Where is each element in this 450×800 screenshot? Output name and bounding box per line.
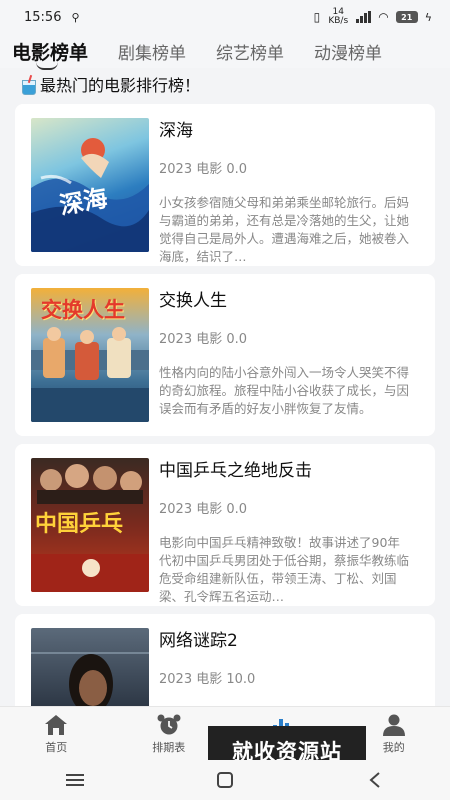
heading-text: 最热门的电影排行榜！ [40,76,201,95]
back-icon[interactable] [363,768,387,792]
battery-icon: 21 [395,11,418,23]
nav-schedule-label: 排期表 [152,741,186,754]
drink-cup-icon [20,75,36,95]
movie-card[interactable]: 交换人生 交换人生 2023 电影 0.0 性格内向的陆小谷意外闯入一场令人哭笑… [15,274,435,436]
person-icon [382,714,405,736]
home-square-icon[interactable] [213,768,237,792]
status-time: 15:56 [24,9,62,25]
poster-title-art: 中国乒乓 [35,511,124,537]
charging-icon: ϟ [424,10,432,24]
active-tab-indicator [36,62,58,70]
movie-meta: 2023 电影 0.0 [159,162,248,177]
wifi-icon: ◠ [378,10,389,24]
menu-icon[interactable] [63,768,87,792]
tab-movies[interactable]: 电影榜单 [12,38,88,65]
nav-home-label: 首页 [45,741,68,754]
movie-title[interactable]: 交换人生 [159,286,227,311]
signal-icon [356,11,372,23]
movie-description: 小女孩参宿随父母和弟弟乘坐邮轮旅行。后妈与霸道的弟弟，还有总是冷落她的生父，让她… [159,195,409,264]
movie-meta: 2023 电影 0.0 [159,332,248,347]
movie-poster[interactable]: 中国乒乓 [31,458,149,592]
net-speed: 14 KB/s [328,7,349,26]
movie-description: 电影向中国乒乓精神致敬！故事讲述了90年代初中国乒乓男团处于低谷期，蔡振华教练临… [159,535,409,604]
tab-variety[interactable]: 综艺榜单 [216,39,284,64]
usb-icon: ⚲ [71,10,80,24]
category-tabs: 电影榜单 剧集榜单 综艺榜单 动漫榜单 [0,34,450,70]
nav-mine-label: 我的 [382,741,405,754]
movie-card[interactable]: 深海 深海 2023 电影 0.0 小女孩参宿随父母和弟弟乘坐邮轮旅行。后妈与霸… [15,104,435,266]
movie-title[interactable]: 网络谜踪2 [159,626,238,651]
alarm-clock-icon [157,714,181,735]
movie-meta: 2023 电影 10.0 [159,672,256,687]
movie-meta: 2023 电影 0.0 [159,502,248,517]
movie-title[interactable]: 深海 [159,116,193,141]
tab-series[interactable]: 剧集榜单 [118,39,186,64]
status-bar: 15:56 ⚲ ▯ 14 KB/s ◠ 21 ϟ [0,0,450,34]
movie-description: 性格内向的陆小谷意外闯入一场令人哭笑不得的奇幻旅程。旅程中陆小谷收获了成长，与因… [159,365,409,416]
system-nav-bar [0,760,450,800]
list-heading: 最热门的电影排行榜！ [20,72,200,96]
poster-title-art: 交换人生 [41,297,125,322]
tab-anime[interactable]: 动漫榜单 [314,39,382,64]
nav-home[interactable]: 首页 [0,707,113,760]
movie-title[interactable]: 中国乒乓之绝地反击 [159,456,312,481]
movie-poster[interactable]: 交换人生 [31,288,149,422]
home-icon [45,715,68,735]
movie-poster[interactable]: 深海 [31,118,149,252]
vibrate-icon: ▯ [313,10,321,24]
movie-card[interactable]: 中国乒乓 中国乒乓之绝地反击 2023 电影 0.0 电影向中国乒乓精神致敬！故… [15,444,435,606]
